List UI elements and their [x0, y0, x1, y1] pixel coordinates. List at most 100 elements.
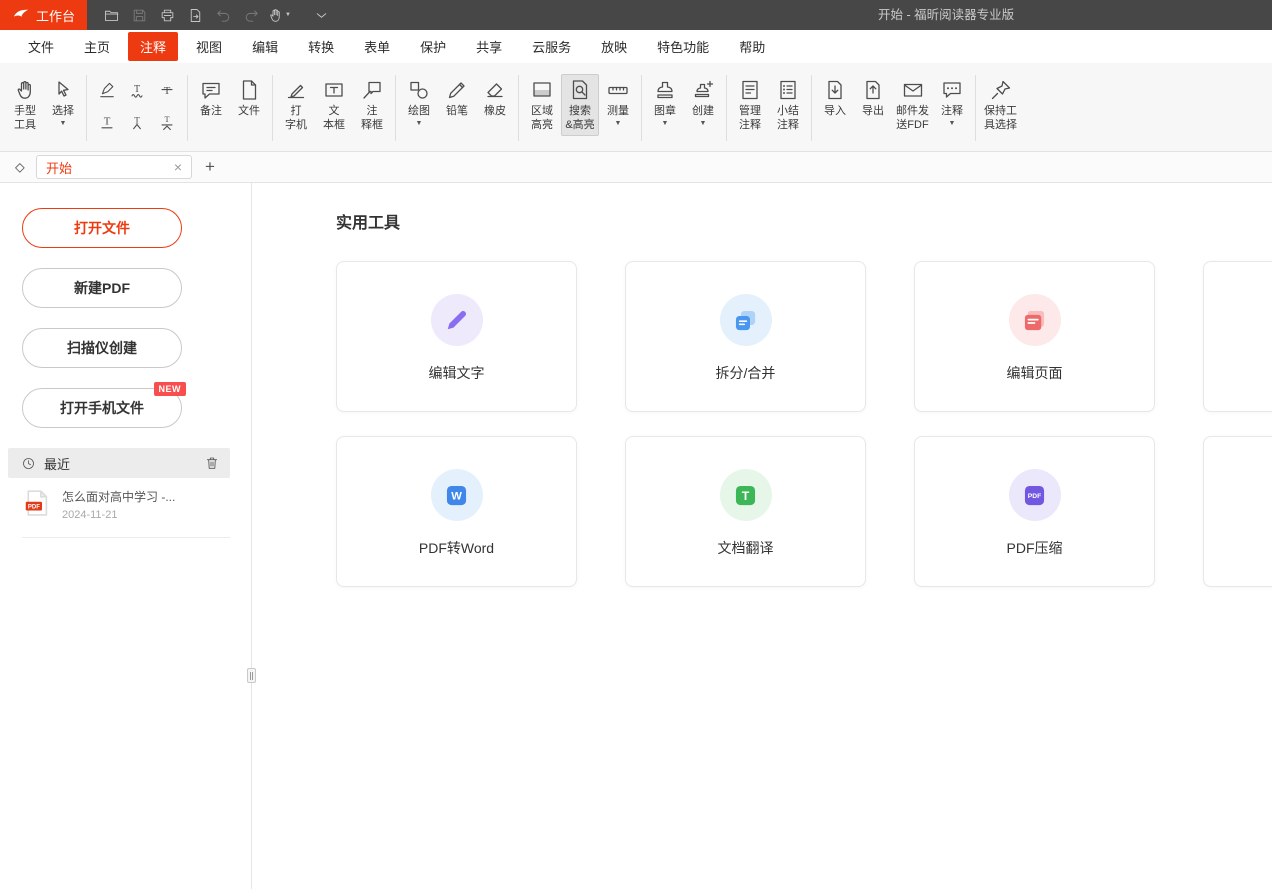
menu-item-help[interactable]: 帮助 — [724, 32, 780, 61]
card-edit-text-label: 编辑文字 — [429, 363, 485, 383]
open-folder-icon[interactable] — [97, 0, 125, 30]
open-phone-file-label: 打开手机文件 — [60, 398, 144, 418]
hand-tool-small-icon[interactable]: ▼ — [265, 0, 293, 30]
redo-icon[interactable] — [237, 0, 265, 30]
summarize-comments-label: 小结 注释 — [777, 105, 799, 133]
ribbon-tool-insert-text[interactable]: T — [123, 107, 151, 137]
tab-close-icon[interactable]: × — [174, 160, 182, 174]
ribbon-tool-keep-tool-selected[interactable]: 保持工 具选择 — [980, 74, 1021, 136]
ribbon-tool-search-highlight[interactable]: 搜索 &高亮 — [561, 74, 599, 136]
card-doc-translate[interactable]: T文档翻译 — [625, 436, 866, 587]
new-tab-button[interactable]: + — [205, 157, 215, 177]
save-icon[interactable] — [125, 0, 153, 30]
ribbon-tool-strikeout[interactable]: T — [153, 75, 181, 105]
ribbon-tool-highlight[interactable] — [93, 75, 121, 105]
hand-tool-label: 手型 工具 — [14, 105, 36, 133]
main-content: 实用工具 编辑文字拆分/合并编辑页面WPDF转WordT文档翻译PDFPDF压缩 — [252, 183, 1272, 889]
ribbon-tool-eraser[interactable]: 橡皮 — [476, 74, 514, 122]
ribbon-tool-squiggly-underline[interactable]: T — [123, 75, 151, 105]
workspace-button[interactable]: 工作台 — [0, 0, 87, 30]
menu-item-edit[interactable]: 编辑 — [237, 32, 293, 61]
chevron-down-icon: ▼ — [949, 120, 956, 127]
open-file-button[interactable]: 打开文件 — [22, 208, 182, 248]
undo-icon[interactable] — [209, 0, 237, 30]
recent-header-label: 最近 — [44, 454, 70, 473]
split-merge-icon — [720, 294, 772, 346]
card-pdf-to-word[interactable]: WPDF转Word — [336, 436, 577, 587]
card-partial-card-1[interactable] — [1203, 261, 1272, 412]
ribbon-tool-pencil[interactable]: 铅笔 — [438, 74, 476, 122]
menu-item-form[interactable]: 表单 — [349, 32, 405, 61]
menu-item-features[interactable]: 特色功能 — [642, 32, 724, 61]
sidebar-buttons: 打开文件新建PDF扫描仪创建打开手机文件NEW — [0, 208, 251, 428]
menu-item-view[interactable]: 视图 — [181, 32, 237, 61]
new-badge: NEW — [154, 382, 187, 396]
chevron-down-icon: ▼ — [60, 120, 67, 127]
svg-text:T: T — [134, 115, 140, 125]
open-phone-file-button[interactable]: 打开手机文件NEW — [22, 388, 182, 428]
menu-item-protect[interactable]: 保护 — [405, 32, 461, 61]
menu-item-file[interactable]: 文件 — [13, 32, 69, 61]
toolbar-options-icon[interactable] — [307, 0, 335, 30]
ribbon-tool-measure[interactable]: 测量▼ — [599, 74, 637, 130]
ribbon-separator — [975, 75, 976, 141]
ribbon-tool-replace-text[interactable]: T — [153, 107, 181, 137]
menu-item-cloud-service[interactable]: 云服务 — [517, 32, 586, 61]
menu-item-share[interactable]: 共享 — [461, 32, 517, 61]
clear-recent-button[interactable] — [204, 455, 220, 471]
ribbon-tool-area-highlight[interactable]: 区域 高亮 — [523, 74, 561, 136]
ribbon-tool-summarize-comments[interactable]: 小结 注释 — [769, 74, 807, 136]
ribbon-tool-note[interactable]: 备注 — [192, 74, 230, 122]
card-pdf-compress[interactable]: PDFPDF压缩 — [914, 436, 1155, 587]
card-edit-text[interactable]: 编辑文字 — [336, 261, 577, 412]
ribbon-tool-export-comments[interactable]: 导出 — [854, 74, 892, 122]
menu-item-convert[interactable]: 转换 — [293, 32, 349, 61]
create-stamp-icon — [690, 77, 716, 103]
chevron-down-icon: ▼ — [700, 120, 707, 127]
card-edit-pages-label: 编辑页面 — [1007, 363, 1063, 383]
attach-file-icon — [236, 77, 262, 103]
ribbon-toolbar: 手型 工具选择▼TTTTT备注文件打 字机文 本框注 释框绘图▼铅笔橡皮区域 高… — [0, 63, 1272, 152]
diamond-icon[interactable] — [8, 159, 30, 176]
scanner-create-button[interactable]: 扫描仪创建 — [22, 328, 182, 368]
area-highlight-icon — [529, 77, 555, 103]
menu-item-slideshow[interactable]: 放映 — [586, 32, 642, 61]
search-highlight-icon — [567, 77, 593, 103]
card-edit-pages[interactable]: 编辑页面 — [914, 261, 1155, 412]
import-comments-label: 导入 — [824, 105, 846, 119]
edit-pages-icon — [1009, 294, 1061, 346]
card-pdf-compress-label: PDF压缩 — [1007, 538, 1063, 558]
ribbon-tool-file-attachment[interactable]: 文件 — [230, 74, 268, 122]
print-icon[interactable] — [153, 0, 181, 30]
textbox-label: 文 本框 — [323, 105, 345, 133]
recent-file-item[interactable]: PDF 怎么面对高中学习 -... 2024-11-21 — [22, 488, 230, 538]
edit-text-icon — [431, 294, 483, 346]
sidebar-resize-handle[interactable] — [247, 668, 256, 683]
menu-item-home[interactable]: 主页 — [69, 32, 125, 61]
ribbon-tool-stamp[interactable]: 图章▼ — [646, 74, 684, 130]
ribbon-tool-email-fdf[interactable]: 邮件发 送FDF — [892, 74, 933, 136]
menu-item-comment[interactable]: 注释 — [128, 32, 178, 61]
content-area: 打开文件新建PDF扫描仪创建打开手机文件NEW 最近 PDF 怎么面对高中学习 … — [0, 183, 1272, 889]
ribbon-separator — [395, 75, 396, 141]
ribbon-tool-callout[interactable]: 注 释框 — [353, 74, 391, 136]
open-file-label: 打开文件 — [74, 218, 130, 238]
ribbon-tool-comments[interactable]: 注释▼ — [933, 74, 971, 130]
pencil-icon — [444, 77, 470, 103]
ribbon-tool-manage-comments[interactable]: 管理 注释 — [731, 74, 769, 136]
export-page-icon[interactable] — [181, 0, 209, 30]
ribbon-tool-hand-tool[interactable]: 手型 工具 — [6, 74, 44, 136]
ribbon-tool-create-stamp[interactable]: 创建▼ — [684, 74, 722, 130]
ribbon-tool-drawing[interactable]: 绘图▼ — [400, 74, 438, 130]
ribbon-tool-import-comments[interactable]: 导入 — [816, 74, 854, 122]
card-split-merge[interactable]: 拆分/合并 — [625, 261, 866, 412]
card-partial-card-2[interactable] — [1203, 436, 1272, 587]
ribbon-tool-underline[interactable]: T — [93, 107, 121, 137]
ribbon-tool-typewriter[interactable]: 打 字机 — [277, 74, 315, 136]
ribbon-tool-select[interactable]: 选择▼ — [44, 74, 82, 130]
new-pdf-button[interactable]: 新建PDF — [22, 268, 182, 308]
tab-start[interactable]: 开始 × — [36, 155, 192, 179]
pdf-file-icon: PDF — [22, 488, 52, 523]
ribbon-tool-textbox[interactable]: 文 本框 — [315, 74, 353, 136]
eraser-label: 橡皮 — [484, 105, 506, 119]
